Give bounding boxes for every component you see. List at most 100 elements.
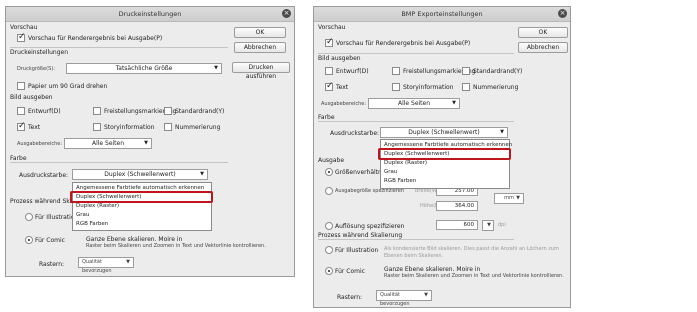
cancel-button[interactable]: Abbrechen (234, 42, 286, 53)
print-settings-section-label: Druckeinstellungen (10, 49, 69, 56)
numbering-checkbox[interactable] (164, 123, 172, 131)
raster-select[interactable]: Qualität bevorzugen ▼ (376, 290, 432, 307)
unit-select[interactable]: mm ▼ (494, 193, 524, 204)
size-ratio-radio[interactable] (325, 168, 333, 176)
draft-checkbox[interactable] (17, 107, 25, 115)
output-size-radio[interactable] (325, 187, 333, 195)
dropdown-arrow-icon: ▼ (200, 171, 204, 177)
ok-button[interactable]: OK (234, 27, 286, 38)
cancel-button[interactable]: Abbrechen (518, 42, 568, 53)
output-range-select[interactable]: Alle Seiten ▼ (368, 98, 460, 109)
output-section-label: Bild ausgeben (318, 55, 361, 62)
resolution-input[interactable]: 600 (436, 220, 478, 230)
for-illustration-radio[interactable] (25, 213, 33, 221)
color-mode-select[interactable]: Duplex (Schwellenwert) ▼ (72, 169, 208, 180)
bmp-export-dialog: BMP Exporteinstellungen × OK Abbrechen V… (313, 6, 571, 308)
raster-value: Qualität bevorzugen (380, 292, 410, 307)
dropdown-arrow-icon: ▼ (126, 259, 130, 265)
print-size-select[interactable]: Tatsächliche Größe ▼ (66, 63, 222, 74)
raster-label: Rastern: (337, 294, 363, 301)
text-checkbox[interactable] (325, 81, 334, 91)
illustration-description-line1: Als kondensierte Bild skalieren. Dies pa… (384, 246, 559, 252)
close-icon[interactable]: × (282, 9, 291, 18)
default-border-checkbox[interactable] (164, 107, 172, 115)
output-section-label: Bild ausgeben (10, 94, 53, 101)
illustration-description-line2: Ebenen beim Skalieren. (384, 253, 444, 259)
crop-marks-checkbox[interactable] (93, 107, 101, 115)
preview-checkbox-label: Vorschau für Renderergebnis bei Ausgabe(… (28, 35, 163, 42)
resolution-label: Auflösung spezifizieren (335, 223, 405, 230)
dpi-label: dpi (498, 222, 506, 228)
option-gray[interactable]: Grau (76, 212, 89, 218)
close-icon[interactable]: × (558, 9, 567, 18)
dropdown-arrow-icon: ▼ (452, 100, 456, 106)
scaling-process-section-label: Prozess während Ska (10, 198, 74, 205)
dialog-title: BMP Exporteinstellungen (401, 10, 483, 18)
output-range-value: Alle Seiten (397, 100, 431, 107)
dropdown-arrow-icon: ▼ (144, 140, 148, 146)
text-checkbox[interactable] (17, 121, 26, 131)
for-illustration-radio[interactable] (325, 246, 333, 254)
default-border-label: Standardrand(Y) (473, 68, 523, 75)
preview-section-label: Vorschau (10, 24, 38, 31)
default-border-label: Standardrand(Y) (175, 108, 225, 115)
height-input[interactable]: 364.00 (436, 201, 478, 211)
crop-marks-checkbox[interactable] (392, 67, 400, 75)
draft-label: Entwurf(D) (28, 108, 61, 115)
print-settings-dialog: Druckeinstellungen × OK Abbrechen Drucke… (5, 6, 295, 277)
divider (318, 239, 514, 240)
story-info-checkbox[interactable] (93, 123, 101, 131)
raster-value: Qualität bevorzugen (82, 259, 112, 274)
option-duplex-raster[interactable]: Duplex (Raster) (76, 203, 119, 209)
rotate-checkbox[interactable] (17, 82, 25, 90)
option-rgb-colors[interactable]: RGB Farben (76, 221, 108, 227)
color-section-label: Farbe (318, 114, 335, 121)
color-mode-select[interactable]: Duplex (Schwellenwert) ▼ (380, 127, 508, 138)
color-mode-value: Duplex (Schwellenwert) (104, 171, 176, 178)
draft-checkbox[interactable] (325, 67, 333, 75)
resolution-radio[interactable] (325, 222, 333, 230)
output-range-select[interactable]: Alle Seiten ▼ (64, 138, 152, 149)
raster-label: Rastern: (39, 261, 65, 268)
print-execute-button[interactable]: Drucken ausführen (232, 62, 290, 80)
dialog-title: Druckeinstellungen (118, 10, 182, 18)
numbering-checkbox[interactable] (462, 83, 470, 91)
for-comic-radio[interactable] (25, 236, 33, 244)
dropdown-arrow-icon: ▼ (487, 222, 491, 228)
for-comic-radio[interactable] (325, 267, 333, 275)
divider (318, 121, 514, 122)
preview-checkbox[interactable] (17, 32, 26, 42)
option-duplex-raster[interactable]: Duplex (Raster) (384, 160, 427, 166)
dropdown-arrow-icon: ▼ (424, 292, 428, 298)
dropdown-arrow-icon: ▼ (500, 129, 504, 135)
preview-section-label: Vorschau (318, 24, 346, 31)
highlight-box (378, 148, 511, 160)
output-range-label: Ausgabebereiche: (321, 101, 367, 107)
title-bar: BMP Exporteinstellungen × (314, 7, 570, 22)
numbering-label: Nummerierung (175, 124, 221, 131)
text-label: Text (336, 84, 349, 91)
ok-button[interactable]: OK (518, 27, 568, 38)
draft-label: Entwurf(D) (336, 68, 369, 75)
for-illustration-label: Für Illustration (335, 247, 379, 254)
story-info-label: Storyinformation (104, 124, 155, 131)
for-comic-label: Für Comic (35, 237, 65, 244)
output-range-label: Ausgabebereiche: (17, 141, 63, 147)
story-info-checkbox[interactable] (392, 83, 400, 91)
comic-description-line1: Ganze Ebene skalieren. Moire in (384, 266, 481, 273)
resolution-stepper[interactable]: ▼ (482, 220, 494, 231)
default-border-checkbox[interactable] (462, 67, 470, 75)
preview-checkbox[interactable] (325, 37, 334, 47)
color-mode-dropdown-list: Angemessene Farbtiefe automatisch erkenn… (380, 139, 512, 189)
option-rgb-colors[interactable]: RGB Farben (384, 178, 416, 184)
divider (10, 47, 228, 48)
numbering-label: Nummerierung (473, 84, 519, 91)
unit-value: mm (504, 195, 514, 201)
dropdown-arrow-icon: ▼ (516, 195, 520, 201)
option-gray[interactable]: Grau (384, 169, 397, 175)
title-bar: Druckeinstellungen × (6, 7, 294, 22)
color-mode-dropdown-list: Angemessene Farbtiefe automatisch erkenn… (72, 182, 212, 231)
text-label: Text (28, 124, 41, 131)
raster-select[interactable]: Qualität bevorzugen ▼ (78, 257, 134, 274)
preview-checkbox-label: Vorschau für Renderergebnis bei Ausgabe(… (336, 40, 471, 47)
